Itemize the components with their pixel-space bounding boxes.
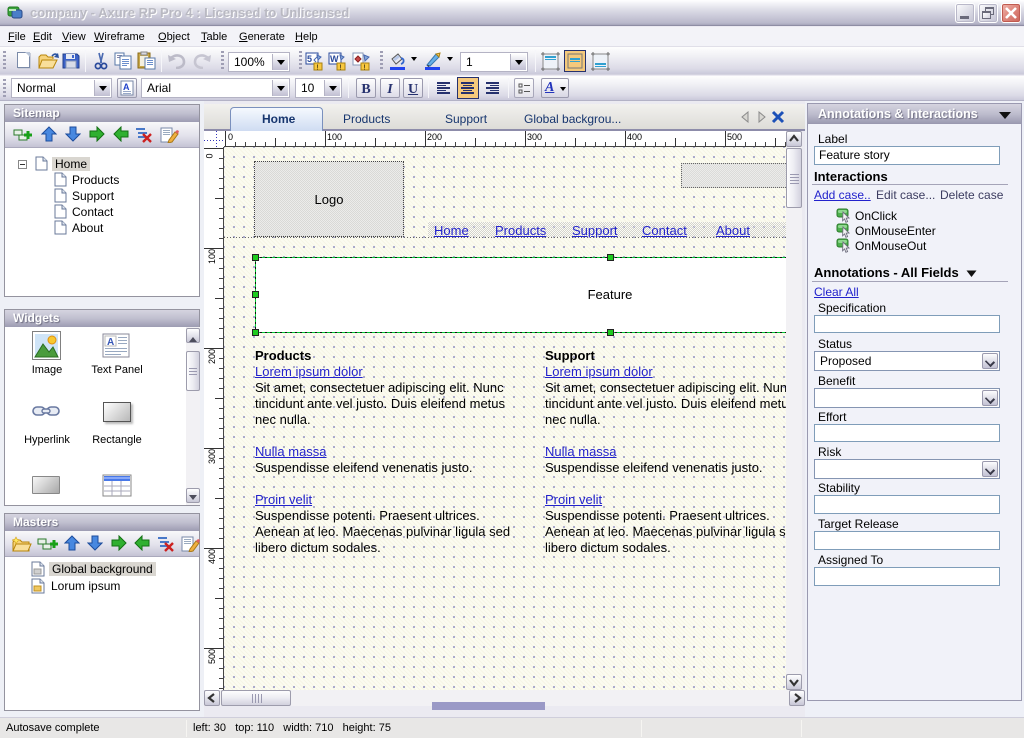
svg-text:A: A — [123, 82, 130, 92]
svg-text:A: A — [107, 337, 114, 348]
svg-text:5: 5 — [307, 54, 312, 64]
svg-text:!: ! — [340, 65, 342, 72]
svg-text:!: ! — [364, 65, 366, 72]
svg-text:!: ! — [317, 65, 319, 72]
